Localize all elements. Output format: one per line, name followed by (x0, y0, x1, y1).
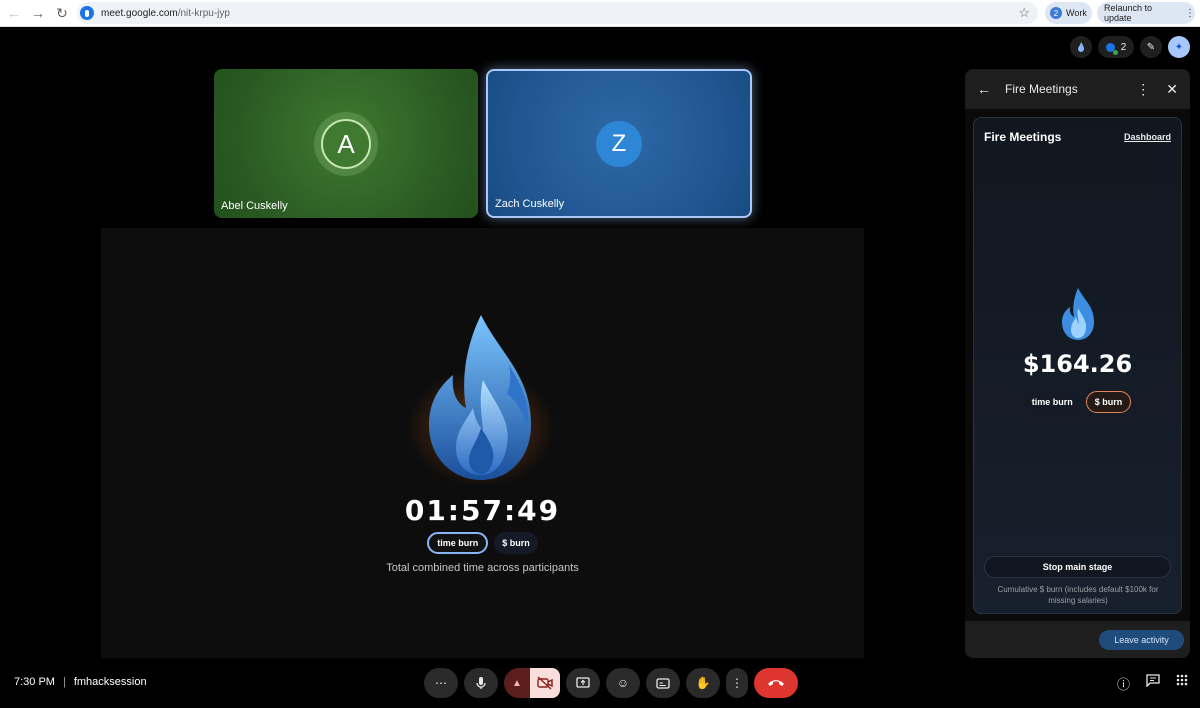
money-burn-toggle[interactable]: $ burn (494, 532, 538, 554)
more-vert-icon[interactable]: ⋮ (1136, 81, 1150, 98)
profile-chip[interactable]: 2 Work (1045, 2, 1092, 24)
more-vert-icon[interactable]: ⋮ (726, 668, 748, 698)
avatar: A (314, 112, 378, 176)
chevron-up-icon[interactable]: ▲ (504, 668, 530, 698)
participants-button[interactable]: 2 (1098, 36, 1134, 58)
raise-hand-icon[interactable]: ✋ (686, 668, 720, 698)
address-bar[interactable]: meet.google.com/nit-krpu-jyp ☆ (77, 2, 1038, 24)
avatar-initial: A (321, 119, 371, 169)
profile-label: Work (1066, 8, 1087, 18)
hang-up-button[interactable] (754, 668, 798, 698)
current-time: 7:30 PM (14, 676, 55, 688)
money-burn-toggle[interactable]: $ burn (1085, 391, 1132, 413)
close-icon[interactable]: ✕ (1166, 81, 1178, 98)
url-text: meet.google.com/nit-krpu-jyp (101, 7, 230, 19)
dashboard-link[interactable]: Dashboard (1124, 132, 1171, 142)
emoji-reaction-icon[interactable]: ☺ (606, 668, 640, 698)
activity-flame-icon[interactable] (1070, 36, 1092, 58)
participant-tile-abel[interactable]: A Abel Cuskelly (214, 69, 478, 218)
fire-meetings-card: Fire Meetings Dashboard $164.26 time bur… (973, 117, 1182, 614)
main-stage: 01:57:49 time burn $ burn Total combined… (101, 228, 864, 658)
microphone-icon[interactable] (464, 668, 498, 698)
meeting-info: 7:30 PM | fmhacksession (14, 676, 147, 688)
time-burn-toggle[interactable]: time burn (427, 532, 489, 554)
fire-logo-icon (429, 315, 531, 480)
time-burn-toggle[interactable]: time burn (1023, 391, 1081, 413)
panel-header: ← Fire Meetings ⋮ ✕ (965, 69, 1190, 109)
back-arrow-icon[interactable]: ← (2, 1, 26, 25)
forward-arrow-icon[interactable]: → (26, 1, 50, 25)
timer-display: 01:57:49 (404, 494, 561, 527)
chat-icon[interactable] (1146, 674, 1160, 693)
pen-edit-icon[interactable]: ✎ (1140, 36, 1162, 58)
bookmark-star-icon[interactable]: ☆ (1018, 5, 1030, 21)
right-actions: ⓘ (1117, 674, 1188, 693)
participants-count: 2 (1120, 41, 1127, 53)
participant-avatar-icon (1105, 42, 1118, 55)
kebab-menu-icon: ⋮ (1185, 7, 1195, 19)
participant-tile-zach[interactable]: Z Zach Cuskelly (486, 69, 752, 218)
browser-toolbar: ← → ↻ meet.google.com/nit-krpu-jyp ☆ 2 W… (0, 0, 1200, 27)
leave-activity-button[interactable]: Leave activity (1099, 630, 1184, 650)
participant-name: Abel Cuskelly (221, 200, 288, 212)
profile-count-badge: 2 (1050, 7, 1062, 19)
captions-icon[interactable] (646, 668, 680, 698)
activities-grid-icon[interactable] (1176, 674, 1188, 693)
stop-main-stage-button[interactable]: Stop main stage (984, 556, 1171, 578)
participant-name: Zach Cuskelly (495, 198, 565, 210)
camera-off-icon[interactable] (530, 668, 560, 698)
fire-logo-icon (1062, 288, 1094, 340)
meeting-name: fmhacksession (73, 676, 147, 688)
card-toggle-group: time burn $ burn (974, 391, 1181, 413)
panel-title: Fire Meetings (1005, 82, 1078, 96)
meeting-details-info-icon[interactable]: ⓘ (1117, 674, 1130, 693)
activity-side-panel: ← Fire Meetings ⋮ ✕ Fire Meetings Dashbo… (965, 69, 1190, 658)
burn-note: Cumulative $ burn (includes default $100… (997, 585, 1159, 605)
more-options-icon[interactable]: ⋯ (424, 668, 458, 698)
card-title: Fire Meetings (984, 130, 1062, 144)
relaunch-button[interactable]: Relaunch to update ⋮ (1097, 2, 1195, 24)
meet-top-actions: 2 ✎ ✦ (1070, 36, 1190, 58)
relaunch-label: Relaunch to update (1104, 3, 1153, 23)
divider: | (62, 676, 66, 688)
call-controls: ⋯ ▲ ☺ ✋ ⋮ (424, 668, 798, 698)
gemini-sparkle-icon[interactable]: ✦ (1168, 36, 1190, 58)
present-screen-icon[interactable] (566, 668, 600, 698)
stage-toggle-group: time burn $ burn (101, 532, 864, 554)
back-arrow-icon[interactable]: ← (977, 81, 991, 97)
microphone-site-icon (80, 6, 94, 20)
money-burn-amount: $164.26 (1022, 350, 1133, 378)
camera-control-group: ▲ (504, 668, 560, 698)
avatar: Z (596, 121, 642, 167)
reload-icon[interactable]: ↻ (50, 1, 74, 25)
stage-caption: Total combined time across participants (386, 562, 579, 574)
